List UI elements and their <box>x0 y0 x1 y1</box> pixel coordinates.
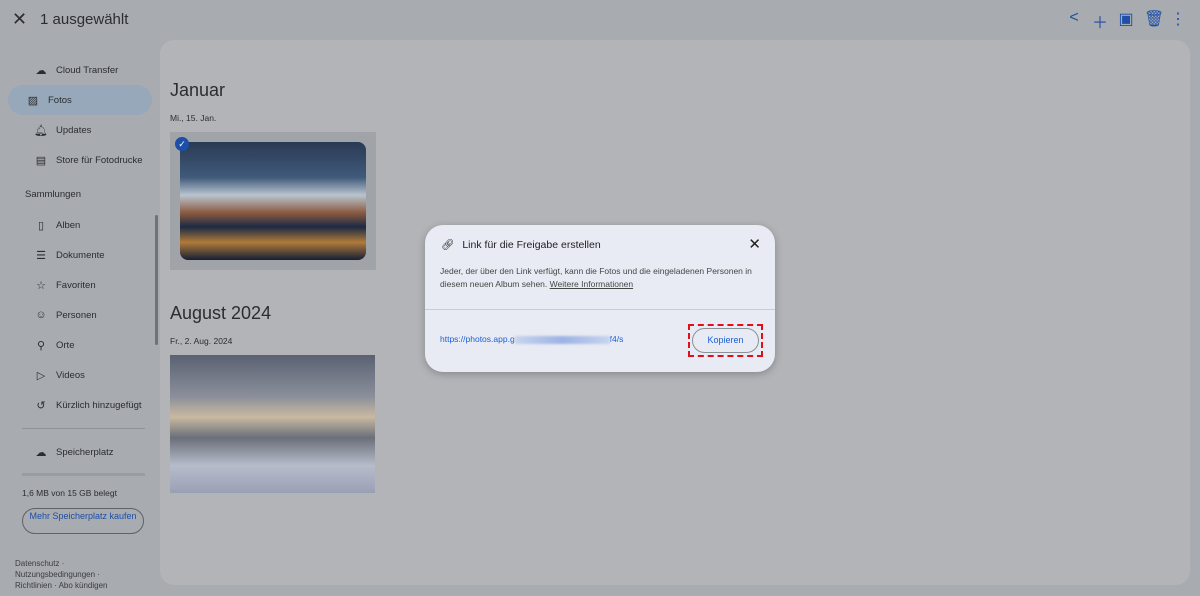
month-heading: Januar <box>170 80 226 100</box>
label: Favoriten <box>56 279 96 291</box>
dialog-title: Link für die Freigabe erstellen <box>462 238 601 251</box>
sidebar-item-dokumente[interactable]: ☰ Dokumente <box>8 240 152 270</box>
date-heading: Mi., 15. Jan. <box>170 113 217 123</box>
buy-storage-button[interactable]: Mehr Speicherplatz kaufen <box>22 508 144 534</box>
storage-used: 1,6 MB von 15 GB belegt <box>22 488 117 498</box>
face-icon: ☺ <box>35 309 47 321</box>
sidebar-item-favoriten[interactable]: ☆ Favoriten <box>8 270 152 300</box>
url-redacted <box>514 335 610 344</box>
label: Kürzlich hinzugefügt <box>56 399 142 411</box>
divider <box>22 428 145 429</box>
photo-thumbnail[interactable] <box>170 355 375 493</box>
sidebar-item-alben[interactable]: ▯ Alben <box>8 210 152 240</box>
sidebar-item-store[interactable]: ▤ Store für Fotodrucke <box>8 145 152 175</box>
label: Speicherplatz <box>56 446 114 458</box>
photo-thumbnail-selected[interactable]: ✓ <box>170 132 376 270</box>
bell-icon: 🔔︎ <box>34 124 48 137</box>
shopping-bag-icon[interactable]: ▣ <box>1118 9 1134 33</box>
cancel-subscription-link[interactable]: Abo kündigen <box>59 581 108 590</box>
photo-image <box>180 142 366 260</box>
photo-icon: ▨ <box>27 94 39 107</box>
selection-count: 1 ausgewählt <box>40 11 129 28</box>
sidebar-item-storage[interactable]: ☁ Speicherplatz <box>8 437 152 467</box>
sidebar: ☁ Cloud Transfer ▨ Fotos 🔔︎ Updates ▤ Store … <box>0 55 160 591</box>
store-icon: ▤ <box>35 154 47 167</box>
label: Fotos <box>48 94 72 106</box>
sidebar-item-updates[interactable]: 🔔︎ Updates <box>8 115 152 145</box>
copy-button[interactable]: Kopieren <box>692 328 759 353</box>
policies-link[interactable]: Richtlinien <box>15 581 52 590</box>
label: Updates <box>56 124 92 136</box>
label: Cloud Transfer <box>56 64 119 76</box>
star-icon: ☆ <box>36 279 46 292</box>
top-bar: ✕ 1 ausgewählt < ＋ ▣ 🗑 ⋮ <box>0 0 1200 40</box>
date-heading: Fr., 2. Aug. 2024 <box>170 336 233 346</box>
share-url[interactable]: https://photos.app.g f4/s <box>440 334 623 344</box>
more-vert-icon[interactable]: ⋮ <box>1170 9 1186 33</box>
privacy-link[interactable]: Datenschutz <box>15 559 59 568</box>
label: Videos <box>56 369 85 381</box>
play-circle-icon: ▷ <box>36 369 46 382</box>
history-icon: ↺ <box>36 399 46 412</box>
cloud-icon: ☁ <box>35 446 47 459</box>
album-icon: ▯ <box>37 219 45 232</box>
label: Orte <box>56 339 75 351</box>
share-icon[interactable]: < <box>1066 9 1082 33</box>
url-start: https://photos.app.g <box>440 334 515 344</box>
label: Store für Fotodrucke <box>56 154 143 166</box>
sidebar-item-recent[interactable]: ↺ Kürzlich hinzugefügt <box>8 390 152 420</box>
label: Alben <box>56 219 81 231</box>
more-info-link[interactable]: Weitere Informationen <box>550 279 633 289</box>
check-icon[interactable]: ✓ <box>175 137 189 151</box>
sidebar-item-videos[interactable]: ▷ Videos <box>8 360 152 390</box>
sidebar-item-personen[interactable]: ☺ Personen <box>8 300 152 330</box>
label: Personen <box>56 309 97 321</box>
close-selection-icon[interactable]: ✕ <box>12 9 27 30</box>
url-end: f4/s <box>609 334 624 344</box>
cloud-upload-icon: ☁ <box>35 64 47 77</box>
label: Dokumente <box>56 249 105 261</box>
terms-link[interactable]: Nutzungsbedingungen <box>15 570 95 579</box>
divider <box>425 309 775 310</box>
add-icon[interactable]: ＋ <box>1092 9 1108 33</box>
trash-icon[interactable]: 🗑 <box>1144 9 1164 33</box>
month-heading: August 2024 <box>170 303 272 323</box>
close-icon[interactable]: ✕ <box>748 235 761 253</box>
sidebar-item-fotos[interactable]: ▨ Fotos <box>8 85 152 115</box>
section-heading: Sammlungen <box>25 189 81 200</box>
sidebar-item-cloud-transfer[interactable]: ☁ Cloud Transfer <box>8 55 152 85</box>
location-pin-icon: ⚲ <box>36 339 46 352</box>
sidebar-item-orte[interactable]: ⚲ Orte <box>8 330 152 360</box>
document-icon: ☰ <box>36 249 46 262</box>
link-icon: 🔗︎ <box>441 239 455 251</box>
